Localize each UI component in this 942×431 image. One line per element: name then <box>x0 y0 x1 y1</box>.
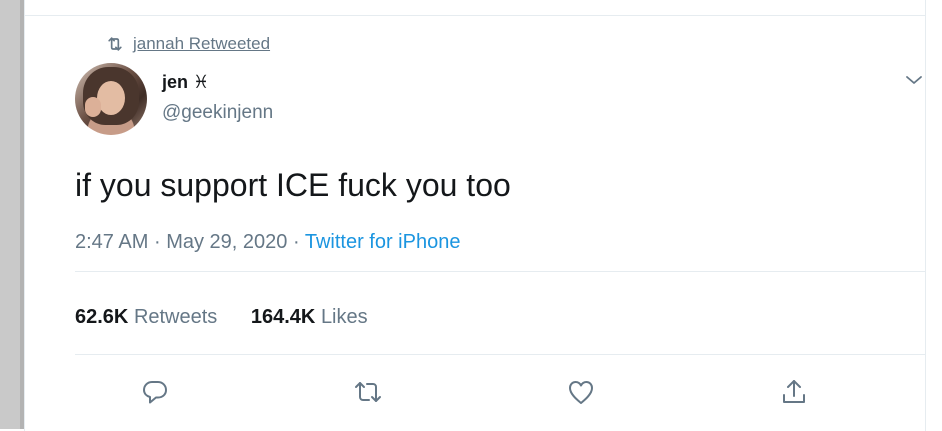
heart-icon <box>566 377 596 407</box>
tweet-actions <box>25 372 925 412</box>
tweet-text: if you support ICE fuck you too <box>75 167 511 203</box>
tweet-date[interactable]: May 29, 2020 <box>166 231 287 253</box>
meta-separator: · <box>153 231 161 253</box>
likes-stat[interactable]: 164.4K Likes <box>251 305 368 329</box>
author-handle[interactable]: @geekinjenn <box>162 102 273 124</box>
tweet-source-link[interactable]: Twitter for iPhone <box>305 231 461 253</box>
avatar[interactable] <box>75 63 147 135</box>
chevron-down-icon <box>903 72 925 88</box>
reply-icon <box>140 377 170 407</box>
retweet-button[interactable] <box>348 372 388 412</box>
retweets-label: Retweets <box>133 306 218 328</box>
tweet-menu-button[interactable] <box>903 72 925 88</box>
tweet-meta: 2:47 AM · May 29, 2020 · Twitter for iPh… <box>75 230 460 254</box>
retweets-count: 62.6K <box>75 306 129 328</box>
top-divider <box>25 15 925 16</box>
likes-count: 164.4K <box>250 306 316 328</box>
retweet-icon <box>105 34 125 54</box>
retweeted-by-link[interactable]: jannah Retweeted <box>133 34 270 54</box>
stats-top-divider <box>75 271 925 272</box>
tweet-stats: 62.6K Retweets 164.4K Likes <box>75 305 396 329</box>
likes-label: Likes <box>320 306 368 328</box>
reply-button[interactable] <box>135 372 175 412</box>
avatar-hand <box>85 97 101 117</box>
author-name[interactable]: jen ♓ <box>162 71 209 93</box>
tweet-time[interactable]: 2:47 AM <box>75 231 148 253</box>
retweet-icon <box>353 377 383 407</box>
like-button[interactable] <box>561 372 601 412</box>
avatar-face <box>97 81 125 115</box>
tweet-card: jannah Retweeted jen ♓ @geekinjenn if yo… <box>24 0 926 431</box>
retweets-stat[interactable]: 62.6K Retweets <box>75 305 217 329</box>
share-icon <box>779 377 809 407</box>
share-button[interactable] <box>774 372 814 412</box>
retweet-context[interactable]: jannah Retweeted <box>105 34 270 54</box>
meta-separator: · <box>292 231 300 253</box>
stats-bottom-divider <box>75 354 925 355</box>
